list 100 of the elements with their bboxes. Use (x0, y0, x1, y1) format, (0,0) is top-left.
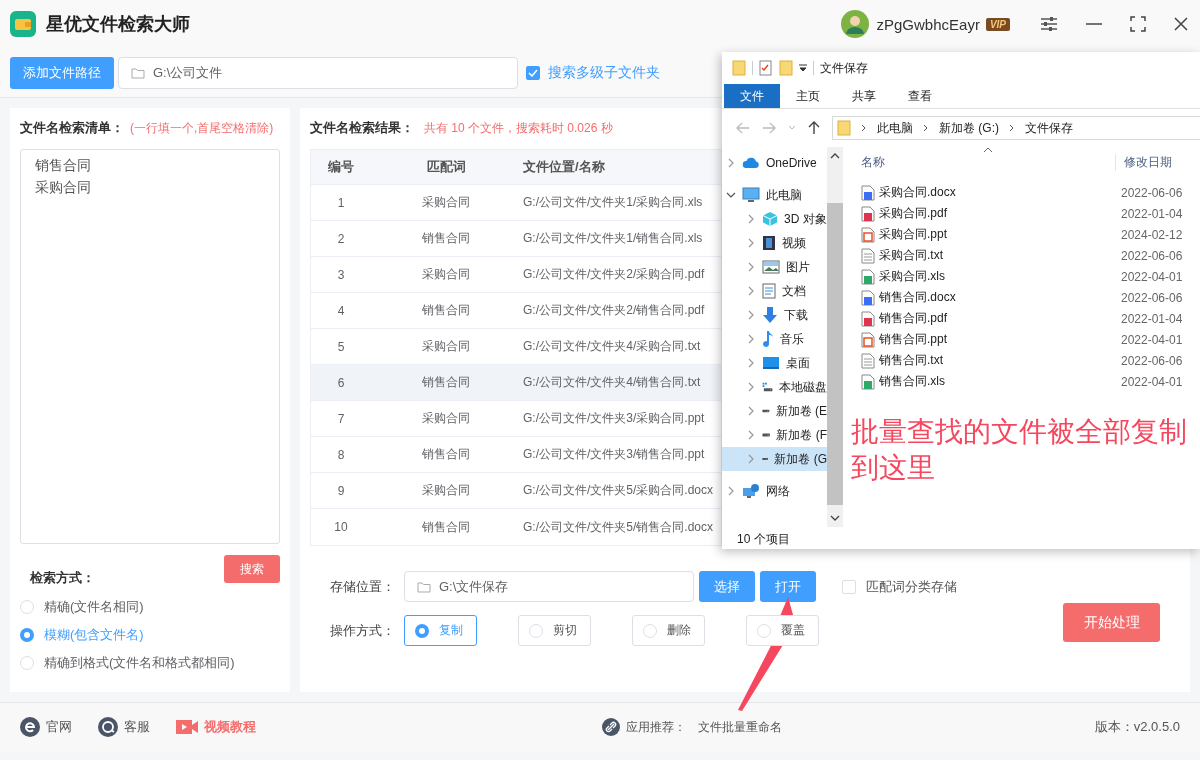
footer-link[interactable]: 官网 (20, 717, 72, 737)
chevron-right-icon[interactable] (726, 158, 736, 168)
nav-label: 3D 对象 (784, 210, 827, 228)
back-arrow-icon[interactable] (736, 122, 750, 134)
chevron-right-icon[interactable] (726, 486, 736, 496)
file-row[interactable]: 采购合同.xls 2022-04-01 (861, 266, 1200, 287)
nav-tree-item[interactable]: 音乐 (722, 327, 827, 351)
search-mode-radio[interactable]: 精确到格式(文件名和格式都相同) (20, 649, 280, 677)
scroll-thumb[interactable] (827, 203, 843, 505)
breadcrumb-item[interactable]: 新加卷 (G:) (939, 119, 999, 137)
table-cell-text: G:/公司文件/文件夹3/销售合同.ppt (522, 446, 706, 463)
chevron-right-icon[interactable] (746, 334, 756, 344)
chevron-right-icon[interactable] (746, 454, 756, 464)
column-header[interactable]: 文件位置/名称 (521, 158, 721, 176)
column-header[interactable]: 匹配词 (371, 158, 521, 176)
chevron-right-icon[interactable] (746, 286, 756, 296)
folder-icon (131, 66, 145, 79)
radio-icon[interactable] (20, 628, 34, 642)
address-bar[interactable]: 此电脑 新加卷 (G:) 文件保存 (832, 116, 1200, 140)
table-row[interactable]: 6 销售合同 G:/公司文件/文件夹4/销售合同.txt (311, 365, 721, 401)
nav-tree-item[interactable]: 新加卷 (G (722, 447, 827, 471)
ribbon-tab[interactable]: 共享 (836, 84, 892, 108)
dropdown-caret-icon[interactable] (799, 64, 807, 72)
file-name: 采购合同.pdf (879, 205, 948, 222)
chevron-right-icon[interactable] (746, 358, 756, 368)
nav-label: 新加卷 (E (775, 402, 827, 420)
chevron-right-icon[interactable] (746, 310, 756, 320)
radio-icon[interactable] (415, 623, 429, 638)
keyword-list-field[interactable]: 销售合同 采购合同 (20, 149, 280, 544)
nav-tree-item[interactable]: 本地磁盘 (722, 375, 827, 399)
file-row[interactable]: 销售合同.docx 2022-06-06 (861, 287, 1200, 308)
nav-label: 新加卷 (F (776, 426, 827, 444)
breadcrumb-item[interactable]: 此电脑 (877, 119, 913, 137)
ribbon-tab[interactable]: 查看 (892, 84, 948, 108)
ribbon-tab[interactable]: 文件 (724, 84, 780, 108)
table-row[interactable]: 2 销售合同 G:/公司文件/文件夹1/销售合同.xls (311, 221, 721, 257)
footer-link[interactable]: 客服 (98, 717, 150, 737)
nav-tree-item[interactable]: 桌面 (722, 351, 827, 375)
file-row[interactable]: 销售合同.xls 2022-04-01 (861, 371, 1200, 392)
nav-tree-item[interactable]: 网络 (722, 479, 827, 503)
chevron-right-icon[interactable] (746, 406, 756, 416)
search-mode-radio[interactable]: 精确(文件名相同) (20, 593, 280, 621)
item-count: 10 个项目 (737, 530, 790, 548)
file-row[interactable]: 销售合同.txt 2022-06-06 (861, 350, 1200, 371)
up-arrow-icon[interactable] (808, 121, 820, 135)
file-row[interactable]: 采购合同.docx 2022-06-06 (861, 182, 1200, 203)
table-row[interactable]: 9 采购合同 G:/公司文件/文件夹5/采购合同.docx (311, 473, 721, 509)
nav-tree-item[interactable]: 新加卷 (E (722, 399, 827, 423)
chevron-right-icon[interactable] (746, 430, 756, 440)
file-date: 2022-04-01 (1121, 374, 1183, 389)
forward-arrow-icon[interactable] (762, 122, 776, 134)
table-row[interactable]: 8 销售合同 G:/公司文件/文件夹3/销售合同.ppt (311, 437, 721, 473)
nav-tree-item[interactable]: 新加卷 (F (722, 423, 827, 447)
file-row[interactable]: 采购合同.txt 2022-06-06 (861, 245, 1200, 266)
nav-tree-item[interactable]: 图片 (722, 255, 827, 279)
settings-icon[interactable] (1040, 16, 1058, 32)
file-row[interactable]: 采购合同.pdf 2022-01-04 (861, 203, 1200, 224)
nav-tree-item[interactable]: 下载 (722, 303, 827, 327)
location-field[interactable]: G:\文件保存 (404, 571, 694, 602)
file-row[interactable]: 销售合同.pdf 2022-01-04 (861, 308, 1200, 329)
nav-tree-item[interactable]: 视频 (722, 231, 827, 255)
chevron-right-icon[interactable] (746, 382, 756, 392)
close-icon[interactable] (1174, 17, 1188, 31)
maximize-icon[interactable] (1130, 16, 1146, 32)
recent-caret-icon[interactable] (788, 125, 796, 131)
scroll-down-icon[interactable] (830, 515, 840, 521)
file-row[interactable]: 采购合同.ppt 2024-02-12 (861, 224, 1200, 245)
nav-tree-item[interactable]: 此电脑 (722, 183, 827, 207)
checkbox-icon[interactable] (526, 65, 540, 80)
file-row[interactable]: 销售合同.ppt 2022-04-01 (861, 329, 1200, 350)
chevron-right-icon[interactable] (746, 262, 756, 272)
nav-tree-item[interactable]: OneDrive (722, 151, 827, 175)
nav-tree-item[interactable]: 3D 对象 (722, 207, 827, 231)
scroll-up-icon[interactable] (830, 153, 840, 159)
nav-tree-item[interactable]: 文档 (722, 279, 827, 303)
path-field[interactable]: G:\公司文件 (118, 56, 518, 89)
properties-icon[interactable] (759, 60, 773, 76)
column-header[interactable]: 编号 (311, 158, 371, 176)
avatar-icon[interactable] (840, 10, 869, 38)
table-row[interactable]: 3 采购合同 G:/公司文件/文件夹2/采购合同.pdf (311, 257, 721, 293)
chevron-right-icon[interactable] (746, 238, 756, 248)
column-header[interactable]: 名称 (861, 153, 1115, 171)
username[interactable]: zPgGwbhcEayr (876, 15, 980, 33)
recommended-app-link[interactable]: 文件批量重命名 (698, 718, 782, 736)
scrollbar[interactable] (827, 147, 843, 527)
operation-radio[interactable]: 删除 (632, 615, 705, 646)
file-name: 采购合同.txt (879, 247, 944, 264)
table-row[interactable]: 4 销售合同 G:/公司文件/文件夹2/销售合同.pdf (311, 293, 721, 329)
classify-checkbox[interactable]: 匹配词分类存储 (842, 577, 957, 596)
panel-title: 文件名检索结果： (310, 119, 414, 137)
chevron-down-icon[interactable] (726, 190, 736, 200)
table-row[interactable]: 1 采购合同 G:/公司文件/文件夹1/采购合同.xls (311, 185, 721, 221)
column-header[interactable]: 修改日期 (1115, 153, 1172, 171)
table-row[interactable]: 7 采购合同 G:/公司文件/文件夹3/采购合同.ppt (311, 401, 721, 437)
operation-radio[interactable]: 覆盖 (746, 615, 819, 646)
table-row[interactable]: 10 销售合同 G:/公司文件/文件夹5/销售合同.docx (311, 509, 721, 545)
operation-radio[interactable]: 剪切 (518, 615, 591, 646)
chevron-right-icon[interactable] (746, 214, 756, 224)
breadcrumb-item[interactable]: 文件保存 (1025, 119, 1073, 137)
ribbon-tab[interactable]: 主页 (780, 84, 836, 108)
